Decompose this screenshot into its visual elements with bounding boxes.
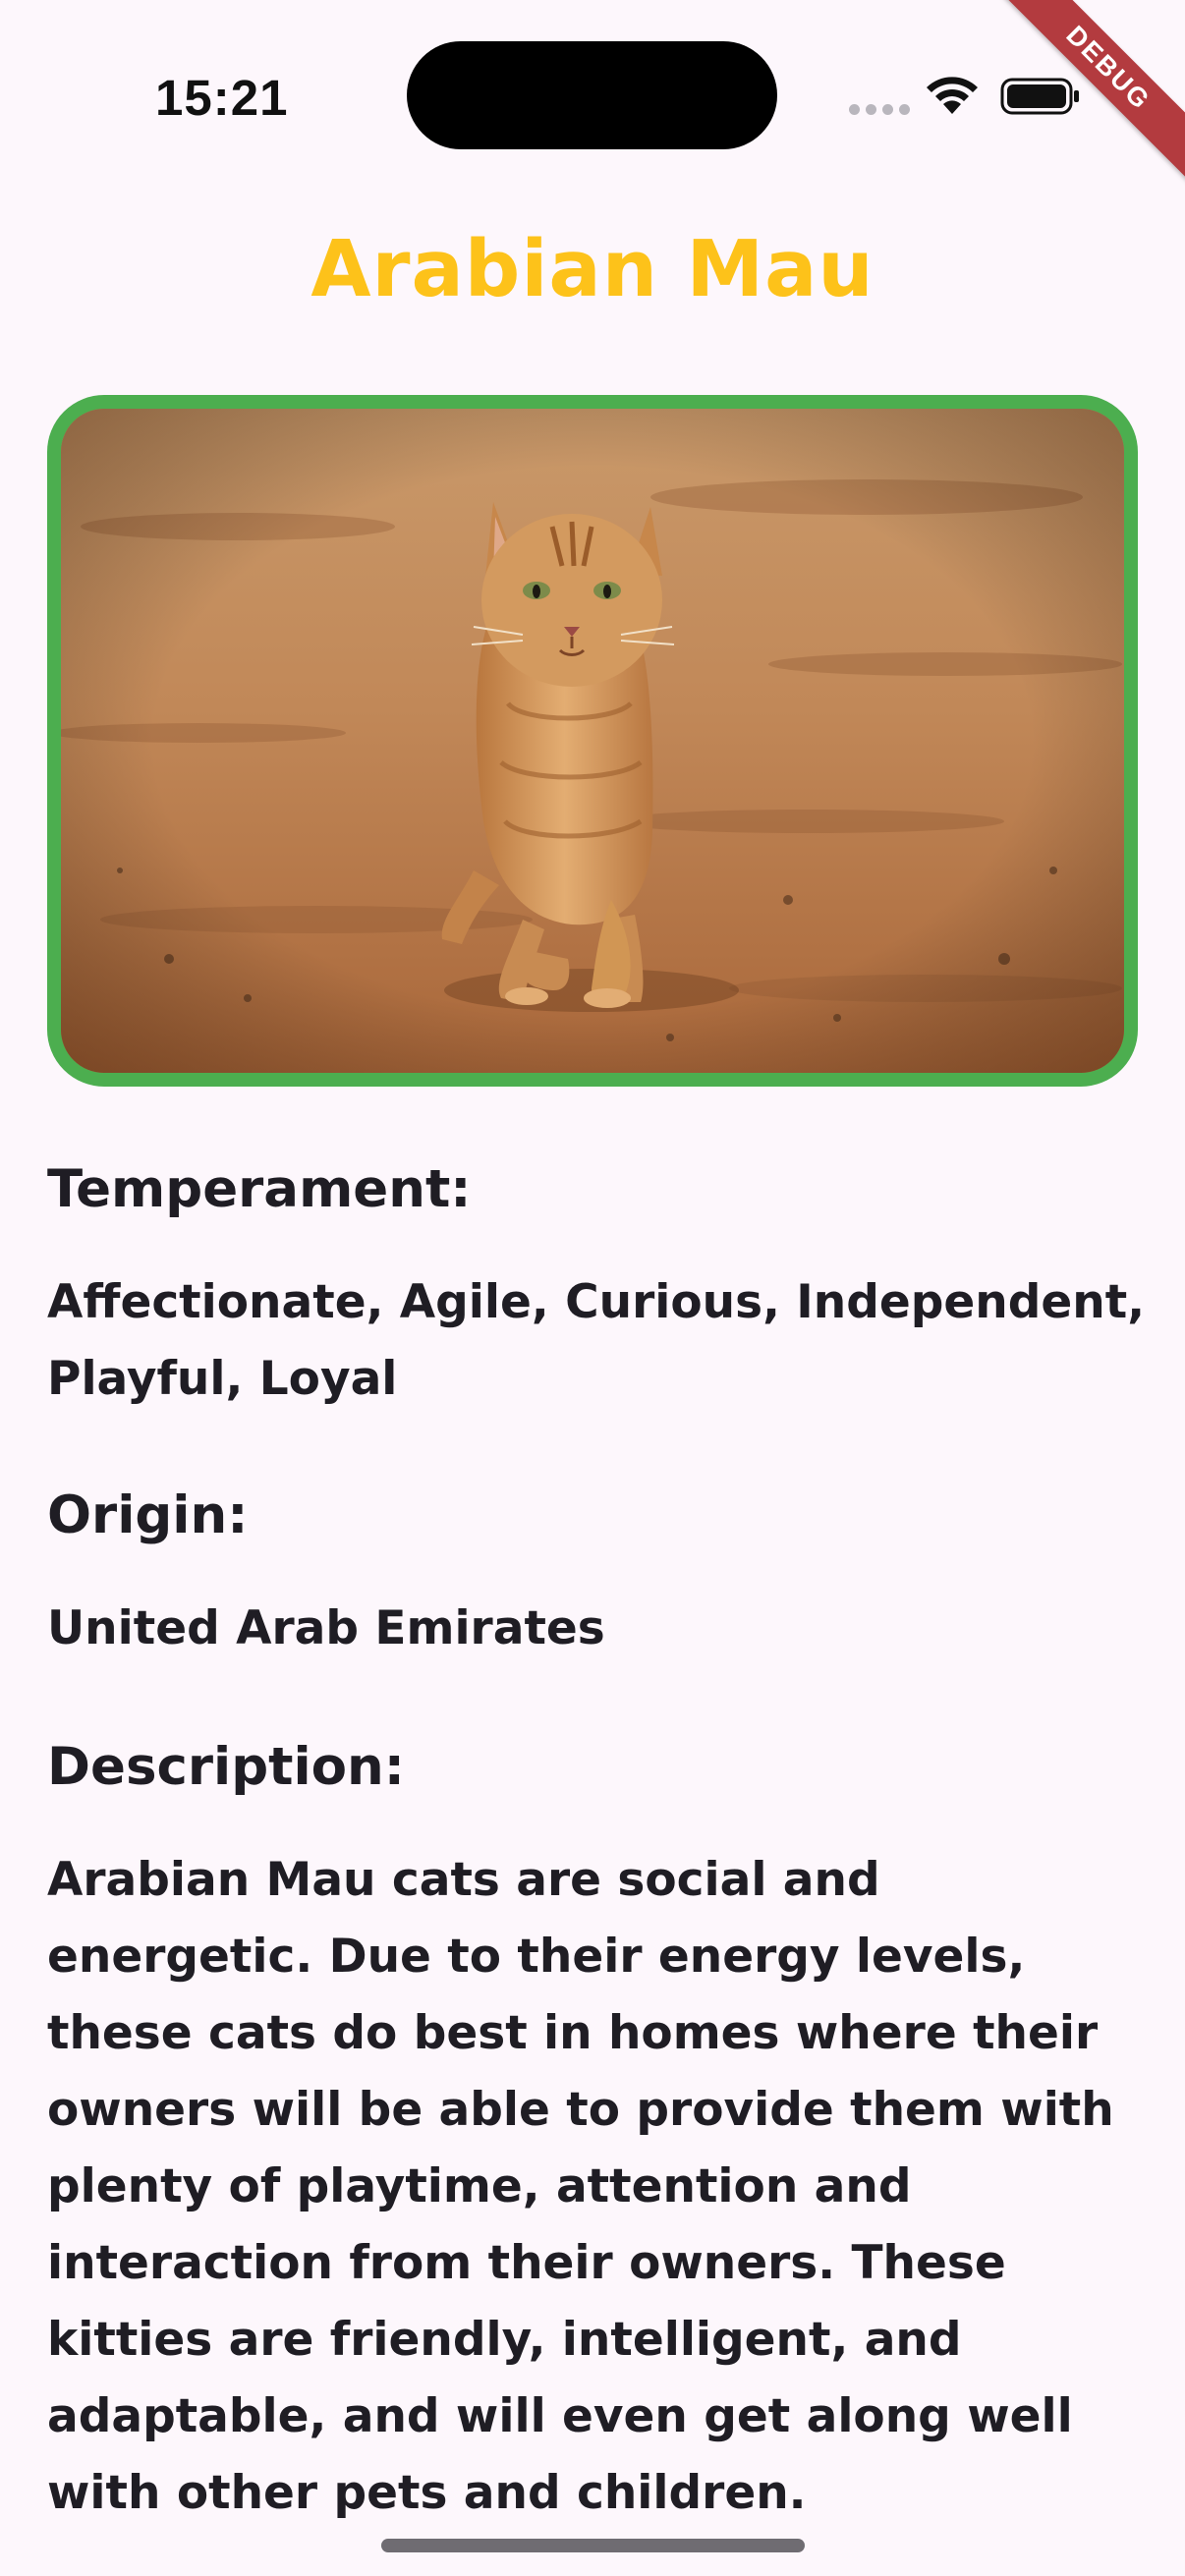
temperament-heading: Temperament: <box>47 1159 472 1219</box>
description-heading: Description: <box>47 1737 405 1797</box>
page-title: Arabian Mau <box>310 224 875 314</box>
cellular-signal-icon <box>849 104 910 115</box>
origin-heading: Origin: <box>47 1485 249 1545</box>
dynamic-island <box>407 41 777 149</box>
breed-photo <box>47 395 1138 1087</box>
battery-icon <box>1000 78 1079 115</box>
description-text: Arabian Mau cats are social and energeti… <box>47 1853 1114 2520</box>
origin-text: United Arab Emirates <box>47 1601 605 1655</box>
temperament-text: Affectionate, Agile, Curious, Independen… <box>47 1275 1146 1406</box>
wifi-icon <box>927 77 978 114</box>
status-time: 15:21 <box>155 70 289 126</box>
status-bar: 15:21 <box>0 0 1185 196</box>
home-indicator[interactable] <box>381 2539 805 2552</box>
cat-photo-illustration <box>61 409 1124 1073</box>
